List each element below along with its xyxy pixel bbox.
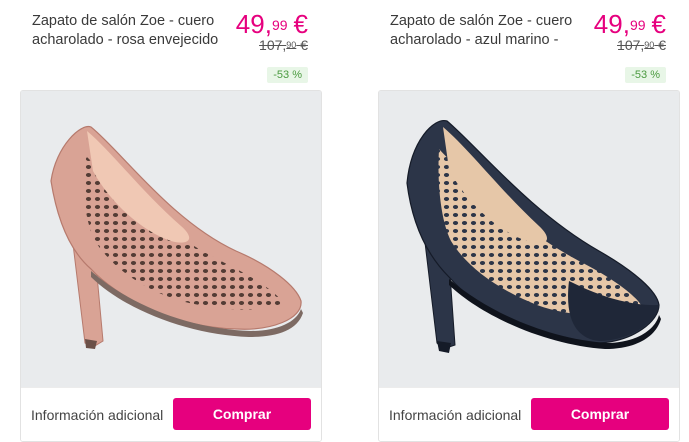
- price-decimals: 99: [629, 17, 646, 33]
- old-price-currency: €: [658, 37, 666, 53]
- old-price-integer: 107,: [259, 37, 287, 53]
- product-card: Zapato de salón Zoe - cuero acharolado -…: [20, 0, 322, 442]
- product-price: 49,99 €: [593, 9, 666, 39]
- old-price: 107,90 €: [617, 37, 666, 53]
- buy-button[interactable]: Comprar: [531, 398, 669, 430]
- product-footer: Información adicional Comprar: [379, 387, 679, 441]
- old-price-decimals: 90: [644, 40, 655, 50]
- buy-button[interactable]: Comprar: [173, 398, 311, 430]
- old-price-integer: 107,: [617, 37, 645, 53]
- discount-badge: -53 %: [267, 67, 308, 83]
- price-currency: €: [293, 9, 308, 39]
- price-currency: €: [651, 9, 666, 39]
- discount-badge: -53 %: [625, 67, 666, 83]
- product-price: 49,99 €: [235, 9, 308, 39]
- product-title[interactable]: Zapato de salón Zoe - cuero acharolado -…: [390, 12, 600, 50]
- old-price-currency: €: [300, 37, 308, 53]
- product-title[interactable]: Zapato de salón Zoe - cuero acharolado -…: [32, 12, 242, 50]
- product-image[interactable]: [379, 91, 679, 387]
- product-card: Zapato de salón Zoe - cuero acharolado -…: [378, 0, 680, 442]
- old-price-decimals: 90: [286, 40, 297, 50]
- product-image[interactable]: [21, 91, 321, 387]
- more-info-link[interactable]: Información adicional: [389, 407, 521, 423]
- product-panel: Información adicional Comprar: [378, 90, 680, 442]
- price-integer: 49: [235, 9, 265, 39]
- product-panel: Información adicional Comprar: [20, 90, 322, 442]
- price-decimals: 99: [271, 17, 288, 33]
- price-integer: 49: [593, 9, 623, 39]
- more-info-link[interactable]: Información adicional: [31, 407, 163, 423]
- old-price: 107,90 €: [259, 37, 308, 53]
- product-footer: Información adicional Comprar: [21, 387, 321, 441]
